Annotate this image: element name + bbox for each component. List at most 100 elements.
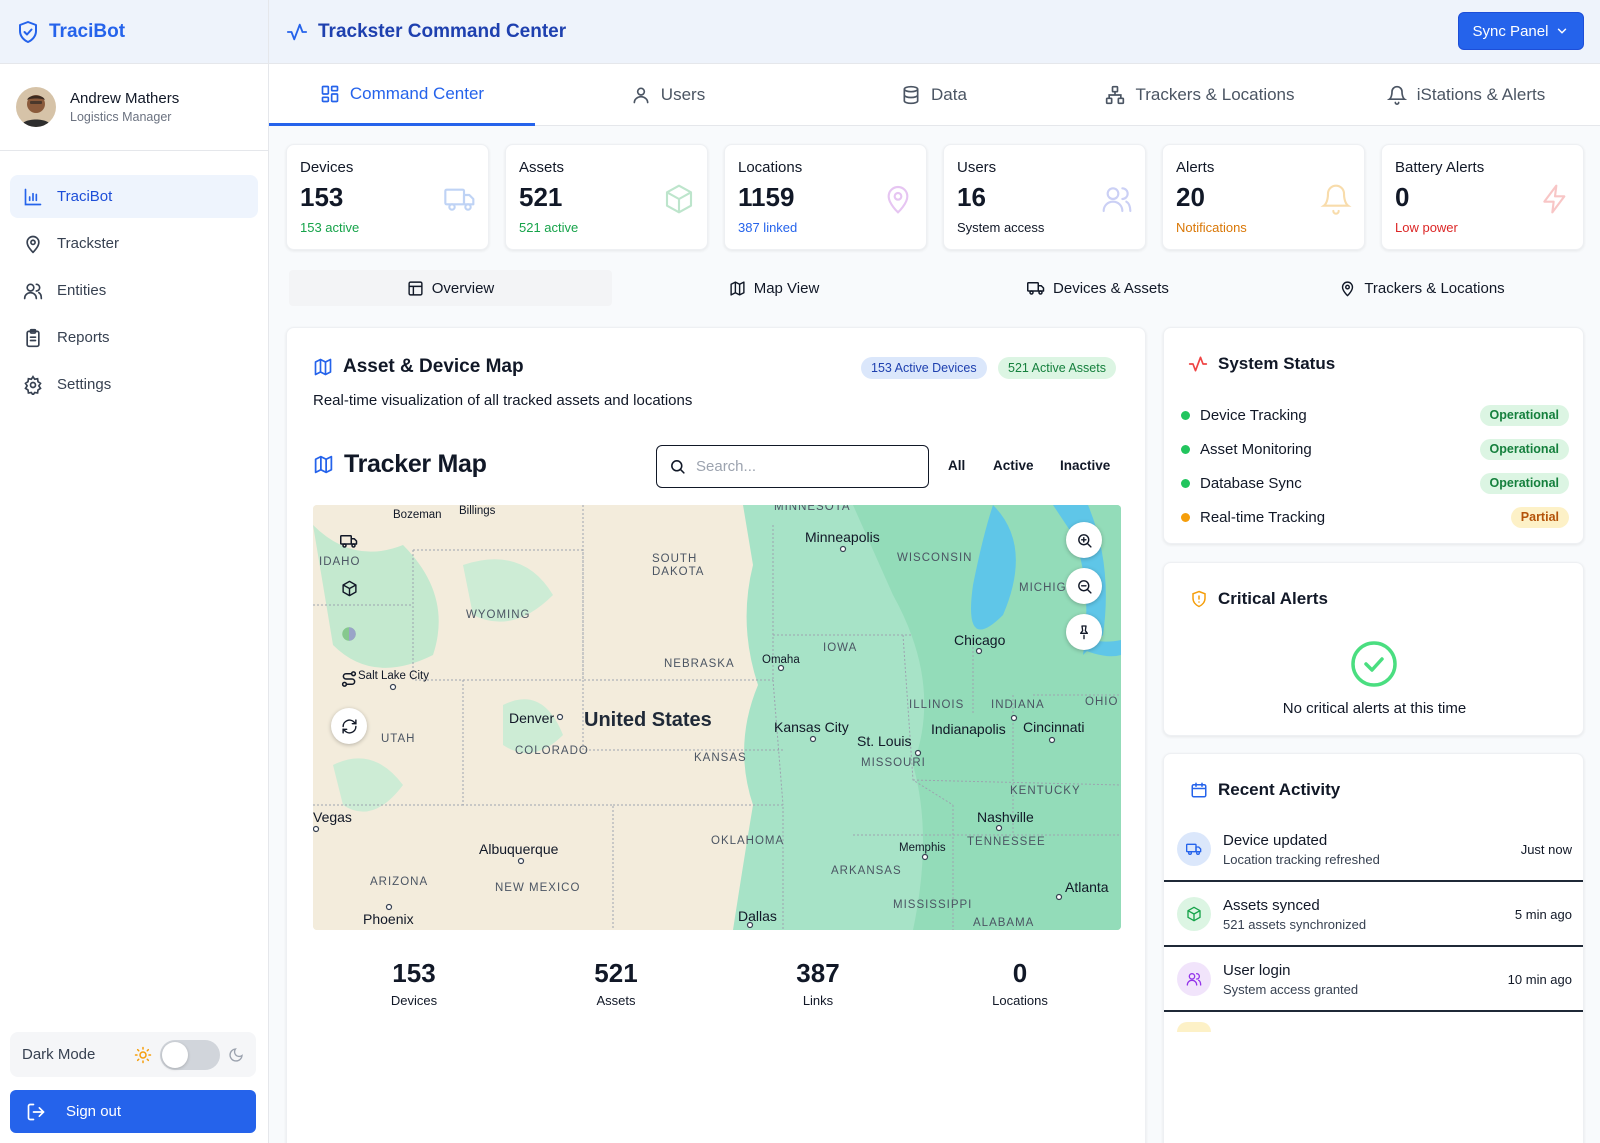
route-icon[interactable] — [338, 668, 360, 690]
map-state-label: KENTUCKY — [1010, 785, 1081, 797]
sidebar-item-entities[interactable]: Entities — [10, 269, 258, 312]
stat-card-assets[interactable]: Assets 521 521 active — [505, 144, 708, 250]
users-icon — [1101, 183, 1133, 215]
dark-mode-row: Dark Mode — [10, 1032, 256, 1077]
status-badge: Operational — [1479, 472, 1569, 494]
gear-icon — [23, 374, 43, 395]
sync-panel-button[interactable]: Sync Panel — [1458, 12, 1584, 50]
subtab-label: Overview — [431, 279, 495, 297]
refresh-map-button[interactable] — [331, 708, 367, 744]
subtab-devices-assets[interactable]: Devices & Assets — [936, 270, 1260, 306]
tab-trackers-locations[interactable]: Trackers & Locations — [1067, 64, 1333, 126]
map-panel-description: Real-time visualization of all tracked a… — [313, 392, 693, 409]
map-city-label: Denver — [509, 710, 555, 726]
stat-label: Users — [957, 159, 997, 176]
layout-icon — [407, 280, 424, 297]
dark-mode-toggle[interactable] — [160, 1039, 220, 1070]
map-pin-icon — [23, 234, 43, 254]
status-dot — [1181, 444, 1190, 454]
sidebar-item-trackster[interactable]: Trackster — [10, 222, 258, 265]
map-city-label: Memphis — [899, 842, 946, 854]
subtab-label: Trackers & Locations — [1364, 279, 1505, 297]
map-state-label: MINNESOTA — [774, 505, 851, 513]
tab-data[interactable]: Data — [801, 64, 1067, 126]
activity-icon — [286, 21, 308, 43]
status-row-asset-monitoring: Asset Monitoring Operational — [1181, 438, 1569, 460]
stat-sub: Low power — [1395, 220, 1458, 235]
stat-card-locations[interactable]: Locations 1159 387 linked — [724, 144, 927, 250]
activity-item[interactable]: Assets synced 521 assets synchronized 5 … — [1164, 883, 1583, 947]
status-row-database-sync: Database Sync Operational — [1181, 472, 1569, 494]
tab-label: Command Center — [349, 83, 485, 103]
map-city-label: Dallas — [738, 908, 777, 924]
sign-out-button[interactable]: Sign out — [10, 1090, 256, 1133]
map-state-label: NEBRASKA — [664, 658, 735, 670]
sun-icon — [134, 1046, 152, 1064]
stat-card-battery-alerts[interactable]: Battery Alerts 0 Low power — [1381, 144, 1584, 250]
summary-value: 387 — [796, 958, 840, 988]
stat-sub: 153 active — [300, 220, 360, 235]
summary-locations: 0 Locations — [919, 958, 1121, 1008]
bell-icon — [1386, 85, 1407, 105]
subtab-overview[interactable]: Overview — [289, 270, 612, 306]
map-city-label: Omaha — [762, 654, 800, 666]
sidebar-item-reports[interactable]: Reports — [10, 316, 258, 359]
user-icon — [631, 85, 651, 105]
activity-time: 5 min ago — [1514, 906, 1572, 922]
stat-card-users[interactable]: Users 16 System access — [943, 144, 1146, 250]
map-state-label: OHIO — [1085, 696, 1119, 708]
box-icon[interactable] — [338, 577, 360, 599]
map-state-label: IOWA — [823, 642, 858, 654]
map-state-label: SOUTH DAKOTA — [652, 553, 705, 578]
stat-sub: Notifications — [1176, 220, 1247, 235]
brand[interactable]: TraciBot — [0, 0, 268, 64]
filter-all[interactable]: All — [948, 458, 965, 473]
pin-button[interactable] — [1066, 614, 1102, 650]
map-city-label: Cincinnati — [1023, 719, 1085, 735]
activity-time: 10 min ago — [1507, 971, 1572, 987]
activity-sub: System access granted — [1223, 981, 1359, 997]
subtab-label: Map View — [753, 279, 820, 297]
asset-device-map-panel: Asset & Device Map Real-time visualizati… — [286, 327, 1146, 1143]
map-state-label: ARKANSAS — [831, 865, 902, 877]
summary-links: 387 Links — [717, 958, 919, 1008]
subtab-trackers-locations[interactable]: Trackers & Locations — [1260, 270, 1584, 306]
filter-active[interactable]: Active — [993, 458, 1034, 473]
tab-label: Data — [931, 85, 967, 104]
map-state-label: INDIANA — [991, 699, 1045, 711]
status-row-realtime-tracking: Real-time Tracking Partial — [1181, 506, 1569, 528]
map-city-label: Kansas City — [774, 719, 849, 735]
status-dot — [1181, 478, 1190, 488]
summary-value: 153 — [392, 958, 436, 988]
truck-icon — [1027, 279, 1045, 297]
tab-istations-alerts[interactable]: iStations & Alerts — [1333, 64, 1599, 126]
activity-item[interactable]: Device updated Location tracking refresh… — [1164, 818, 1583, 882]
zoom-out-button[interactable] — [1066, 568, 1102, 604]
filter-inactive[interactable]: Inactive — [1060, 458, 1110, 473]
stat-label: Devices — [300, 159, 354, 176]
sidebar-item-label: Trackster — [57, 235, 119, 252]
tracker-map[interactable]: MINNESOTA SOUTH DAKOTA WISCONSIN MICHIG … — [313, 505, 1121, 930]
map-panel-title: Asset & Device Map — [343, 356, 524, 377]
status-dot — [1181, 512, 1190, 522]
active-devices-badge: 153 Active Devices — [861, 357, 987, 379]
tab-users[interactable]: Users — [535, 64, 801, 126]
truck-icon[interactable] — [338, 530, 360, 552]
map-state-label: WISCONSIN — [897, 552, 973, 564]
zoom-in-button[interactable] — [1066, 522, 1102, 558]
tab-command-center[interactable]: Command Center — [269, 64, 535, 126]
sidebar-item-tracibot[interactable]: TraciBot — [10, 175, 258, 218]
zoom-in-icon — [1076, 532, 1093, 549]
stat-card-devices[interactable]: Devices 153 153 active — [286, 144, 489, 250]
zoom-out-icon — [1076, 578, 1093, 595]
search-input[interactable] — [696, 458, 906, 475]
layers-icon[interactable] — [338, 623, 360, 645]
user-profile[interactable]: Andrew Mathers Logistics Manager — [0, 64, 268, 151]
search-icon — [669, 458, 686, 475]
map-city-label: St. Louis — [857, 733, 912, 749]
stat-card-alerts[interactable]: Alerts 20 Notifications — [1162, 144, 1365, 250]
sidebar-item-settings[interactable]: Settings — [10, 363, 258, 406]
subtab-map-view[interactable]: Map View — [612, 270, 936, 306]
map-state-label: MICHIG — [1019, 582, 1067, 594]
activity-item[interactable]: User login System access granted 10 min … — [1164, 948, 1583, 1012]
